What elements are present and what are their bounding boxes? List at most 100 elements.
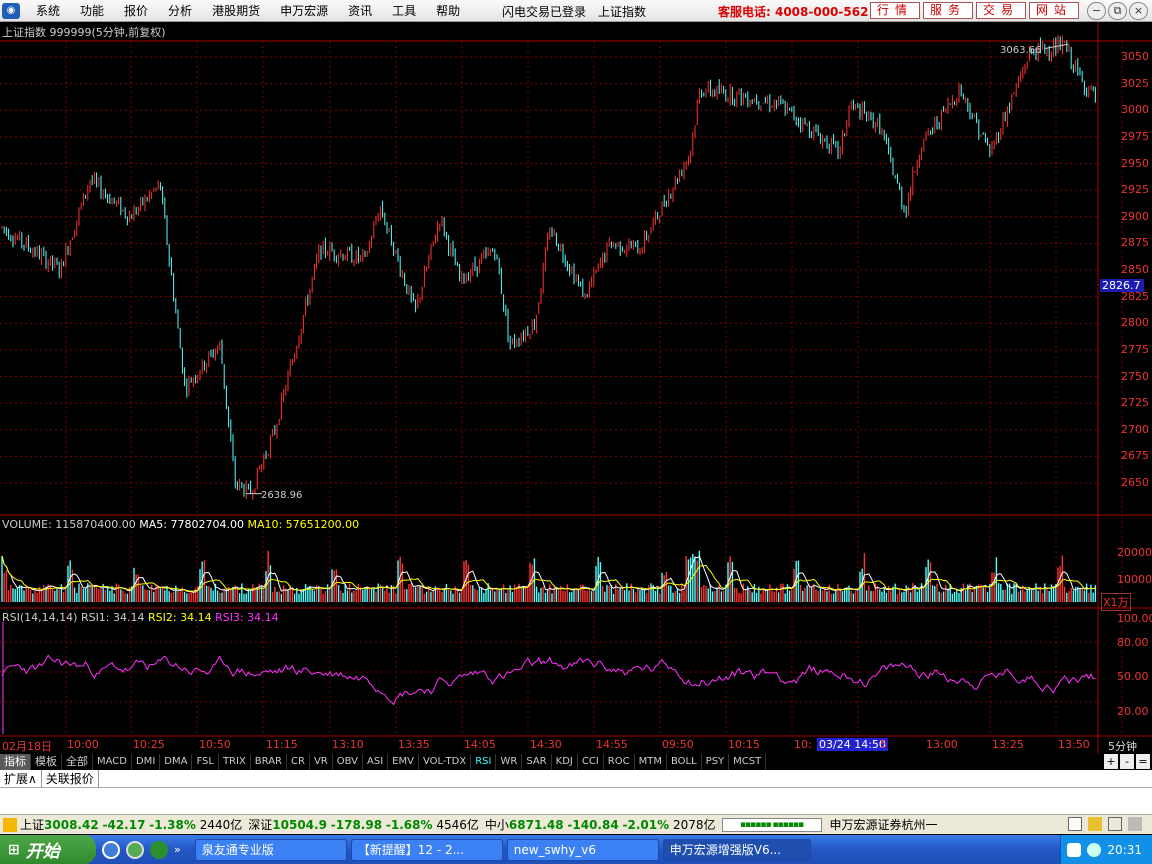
time-tick: 10:25 xyxy=(133,738,165,751)
menu-analysis[interactable]: 分析 xyxy=(158,2,202,19)
tab-mtm[interactable]: MTM xyxy=(635,754,667,770)
kline-chart-svg[interactable] xyxy=(0,22,1152,754)
network-icon[interactable] xyxy=(1087,842,1102,857)
lock-icon[interactable] xyxy=(1088,817,1102,831)
expand-tab[interactable]: 扩展∧ xyxy=(0,769,42,788)
quote-button[interactable]: 行情 xyxy=(870,2,921,19)
indicator-controls: + - = xyxy=(1104,754,1150,769)
sh-label: 上证 xyxy=(20,818,45,832)
menu-quote[interactable]: 报价 xyxy=(114,2,158,19)
tab-dmi[interactable]: DMI xyxy=(132,754,161,770)
trade-button[interactable]: 交易 xyxy=(976,2,1027,19)
sz-value: 10504.9 xyxy=(272,818,327,832)
time-tick: 11:15 xyxy=(266,738,298,751)
menu-function[interactable]: 功能 xyxy=(70,2,114,19)
start-button[interactable]: ⊞ 开始 xyxy=(0,835,96,864)
tab-kdj[interactable]: KDJ xyxy=(552,754,578,770)
tab-cr[interactable]: CR xyxy=(287,754,310,770)
tab-emv[interactable]: EMV xyxy=(388,754,419,770)
tab-all[interactable]: 全部 xyxy=(62,754,93,770)
task-swhy-enhanced[interactable]: 申万宏源增强版V6... xyxy=(662,838,811,861)
tab-trix[interactable]: TRIX xyxy=(219,754,251,770)
quicklaunch-more-icon[interactable]: » xyxy=(174,843,181,856)
current-security: 上证指数 xyxy=(598,5,647,19)
window-icon[interactable] xyxy=(1068,817,1082,831)
tab-obv[interactable]: OBV xyxy=(333,754,363,770)
tab-boll[interactable]: BOLL xyxy=(667,754,702,770)
tab-mcst[interactable]: MCST xyxy=(729,754,767,770)
tab-sar[interactable]: SAR xyxy=(522,754,552,770)
tab-brar[interactable]: BRAR xyxy=(251,754,287,770)
service-button[interactable]: 服务 xyxy=(923,2,974,19)
restore-icon[interactable]: ⧉ xyxy=(1108,2,1127,20)
app-logo-icon[interactable]: ◉ xyxy=(2,2,20,19)
add-indicator-button[interactable]: + xyxy=(1104,754,1118,769)
menu-news[interactable]: 资讯 xyxy=(338,2,382,19)
chart-area[interactable]: 上证指数 999999(5分钟,前复权) 3063.66 2638.96 282… xyxy=(0,22,1152,754)
zx-amount: 2078亿 xyxy=(672,818,716,832)
market-icon[interactable] xyxy=(3,817,17,832)
tab-asi[interactable]: ASI xyxy=(363,754,389,770)
task-quanyoutong[interactable]: 泉友通专业版 xyxy=(194,838,347,861)
tab-vol-tdx[interactable]: VOL-TDX xyxy=(419,754,472,770)
zx-pct: -2.01% xyxy=(622,818,670,832)
menu-swhy[interactable]: 申万宏源 xyxy=(270,2,338,19)
tab-indicator[interactable]: 指标 xyxy=(0,754,31,770)
time-tick: 13:25 xyxy=(992,738,1024,751)
status-tray xyxy=(1068,817,1142,831)
website-button[interactable]: 网站 xyxy=(1029,2,1080,19)
tab-template[interactable]: 模板 xyxy=(31,754,62,770)
price-tick: 2850 xyxy=(1121,263,1149,276)
tab-roc[interactable]: ROC xyxy=(604,754,635,770)
sz-index[interactable]: 深证10504.9 -178.98 -1.68% 4546亿 xyxy=(248,816,479,833)
rsi-params: RSI(14,14,14) xyxy=(2,611,78,624)
clock[interactable]: 20:31 xyxy=(1107,843,1142,857)
tab-vr[interactable]: VR xyxy=(310,754,333,770)
shield-icon[interactable] xyxy=(1067,842,1082,857)
time-tick: 09:50 xyxy=(662,738,694,751)
remove-indicator-button[interactable]: - xyxy=(1120,754,1134,769)
settings-icon[interactable] xyxy=(1108,817,1122,831)
extension-panel xyxy=(0,788,1152,814)
minimize-icon[interactable]: − xyxy=(1087,2,1106,20)
zx-change: -140.84 xyxy=(567,818,619,832)
zx-index[interactable]: 中小6871.48 -140.84 -2.01% 2078亿 xyxy=(485,816,716,833)
menu-system[interactable]: 系统 xyxy=(26,2,70,19)
indicator-settings-button[interactable]: = xyxy=(1136,754,1150,769)
tab-dma[interactable]: DMA xyxy=(160,754,193,770)
price-tick: 2975 xyxy=(1121,129,1149,143)
rsi-tick-80: 80.00 xyxy=(1117,636,1149,649)
close-icon[interactable]: × xyxy=(1129,2,1148,20)
period-label[interactable]: 5分钟 xyxy=(1108,738,1137,754)
tab-fsl[interactable]: FSL xyxy=(192,754,219,770)
tab-cci[interactable]: CCI xyxy=(578,754,604,770)
sh-index[interactable]: 上证3008.42 -42.17 -1.38% 2440亿 xyxy=(20,816,242,833)
menu-help[interactable]: 帮助 xyxy=(426,2,470,19)
price-tick: 3000 xyxy=(1121,103,1149,117)
ie-icon[interactable] xyxy=(102,840,120,859)
price-tick: 2650 xyxy=(1121,476,1149,489)
task-new-reminder[interactable]: 【新提醒】12 - 2... xyxy=(350,838,503,861)
tab-wr[interactable]: WR xyxy=(496,754,523,770)
related-quote-tab[interactable]: 关联报价 xyxy=(42,769,99,788)
price-tick: 2775 xyxy=(1121,342,1149,356)
price-tick: 3050 xyxy=(1121,50,1149,63)
tab-psy[interactable]: PSY xyxy=(702,754,730,770)
browser-icon[interactable] xyxy=(150,840,168,859)
task-new-swhy[interactable]: new_swhy_v6 xyxy=(506,838,659,861)
tab-rsi[interactable]: RSI xyxy=(471,754,497,770)
signal-icon[interactable] xyxy=(1128,817,1142,831)
main-menu: 系统 功能 报价 分析 港股期货 申万宏源 资讯 工具 帮助 xyxy=(26,2,470,19)
price-tick: 2800 xyxy=(1121,316,1149,330)
sh-pct: -1.38% xyxy=(149,818,196,832)
status-bar: 上证3008.42 -42.17 -1.38% 2440亿 深证10504.9 … xyxy=(0,814,1152,834)
media-icon[interactable] xyxy=(126,840,144,859)
sh-value: 3008.42 xyxy=(44,818,99,832)
tab-macd[interactable]: MACD xyxy=(93,754,132,770)
menu-hk-futures[interactable]: 港股期货 xyxy=(202,2,270,19)
volume-ma5-line xyxy=(1,555,1096,593)
high-price-label: 3063.66 xyxy=(1000,45,1042,56)
menu-tools[interactable]: 工具 xyxy=(382,2,426,19)
price-tick: 2900 xyxy=(1121,209,1149,223)
sz-pct: -1.68% xyxy=(385,818,433,832)
